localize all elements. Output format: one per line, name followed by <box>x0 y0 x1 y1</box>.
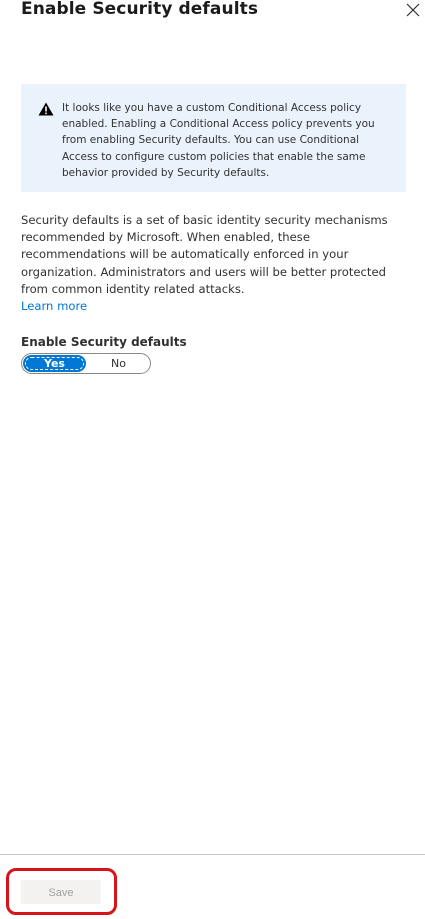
footer-divider <box>0 854 425 855</box>
close-button[interactable] <box>406 3 420 17</box>
toggle-yes-option[interactable]: Yes <box>23 355 86 372</box>
toggle-label: Enable Security defaults <box>21 335 187 349</box>
description-text: Security defaults is a set of basic iden… <box>21 213 388 296</box>
toggle-no-option[interactable]: No <box>87 355 150 372</box>
highlight-annotation <box>6 868 117 915</box>
info-box: It looks like you have a custom Conditio… <box>21 84 406 192</box>
warning-icon <box>38 102 54 116</box>
close-icon <box>406 3 420 17</box>
learn-more-link[interactable]: Learn more <box>21 299 87 313</box>
description: Security defaults is a set of basic iden… <box>21 212 396 315</box>
panel-title: Enable Security defaults <box>21 0 259 19</box>
info-message: It looks like you have a custom Conditio… <box>62 102 375 179</box>
security-defaults-toggle[interactable]: Yes No <box>21 353 151 374</box>
